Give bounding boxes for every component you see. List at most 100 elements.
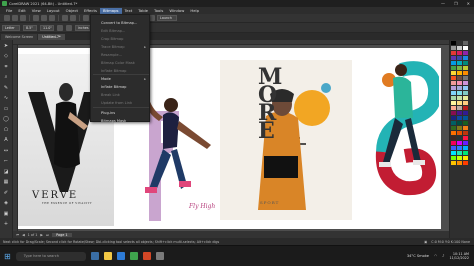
color-swatch[interactable]	[463, 86, 468, 90]
color-swatch[interactable]	[451, 141, 456, 145]
more-artboard[interactable]: MORE SPORT	[220, 60, 352, 220]
color-swatch[interactable]	[451, 101, 456, 105]
color-swatch[interactable]	[457, 121, 462, 125]
drawing-canvas[interactable]: VERVE THE ESSENCE OF VIVACITY Fly High M…	[18, 45, 449, 231]
paste-icon[interactable]	[49, 15, 55, 21]
color-swatch[interactable]	[457, 126, 462, 130]
color-swatch[interactable]	[451, 91, 456, 95]
save-icon[interactable]	[20, 15, 26, 21]
color-swatch[interactable]	[457, 61, 462, 65]
color-swatch[interactable]	[451, 126, 456, 130]
color-swatch[interactable]	[451, 56, 456, 60]
menu-table[interactable]: Table	[135, 8, 151, 14]
color-swatch[interactable]	[463, 121, 468, 125]
bitmaps-menu-item[interactable]: Inflate Bitmap	[101, 69, 126, 73]
color-swatch[interactable]	[457, 111, 462, 115]
bitmaps-menu-item[interactable]: Resample...	[101, 53, 122, 57]
color-swatch[interactable]	[457, 41, 462, 45]
bitmaps-menu-item[interactable]: Bitmap Color Mask	[101, 61, 135, 65]
edge-icon[interactable]	[116, 252, 125, 260]
color-swatch[interactable]	[457, 156, 462, 160]
color-swatch[interactable]	[463, 66, 468, 70]
menu-file[interactable]: File	[3, 8, 15, 14]
color-swatch[interactable]	[463, 76, 468, 80]
color-swatch[interactable]	[457, 81, 462, 85]
last-page-icon[interactable]: ⏭	[46, 233, 49, 237]
document-page[interactable]: VERVE THE ESSENCE OF VIVACITY Fly High M…	[18, 48, 441, 229]
color-swatch[interactable]	[451, 66, 456, 70]
color-swatch[interactable]	[451, 106, 456, 110]
color-swatch[interactable]	[463, 51, 468, 55]
menu-window[interactable]: Window	[166, 8, 187, 14]
color-swatch[interactable]	[463, 46, 468, 50]
coreldraw-taskbar-icon[interactable]	[129, 252, 138, 260]
maximize-button[interactable]: ❐	[454, 1, 458, 6]
page-height-field[interactable]: 11.0"	[40, 24, 54, 31]
redo-icon[interactable]	[70, 15, 76, 21]
color-swatch[interactable]	[451, 51, 456, 55]
color-swatch[interactable]	[457, 76, 462, 80]
color-swatch[interactable]	[457, 116, 462, 120]
color-swatch[interactable]	[451, 146, 456, 150]
cut-icon[interactable]	[33, 15, 39, 21]
color-swatch[interactable]	[451, 116, 456, 120]
color-swatch[interactable]	[457, 131, 462, 135]
eyedropper-icon[interactable]: ✐	[2, 189, 10, 196]
color-swatch[interactable]	[463, 116, 468, 120]
color-swatch[interactable]	[457, 56, 462, 60]
page-width-field[interactable]: 8.5"	[23, 24, 37, 31]
transparency-icon[interactable]: ▦	[2, 179, 10, 186]
bitmaps-menu-item[interactable]: Break Link	[101, 93, 120, 97]
color-swatch[interactable]	[457, 91, 462, 95]
file-explorer-icon[interactable]	[103, 252, 112, 260]
undo-icon[interactable]	[62, 15, 68, 21]
color-swatch[interactable]	[457, 46, 462, 50]
menu-edit[interactable]: Edit	[15, 8, 28, 14]
bitmaps-menu-item[interactable]: Mode	[101, 77, 111, 81]
color-swatch[interactable]	[463, 156, 468, 160]
bitmaps-menu-item[interactable]: Convert to Bitmap...	[101, 21, 137, 25]
windows-start-icon[interactable]: ⊞	[4, 252, 11, 261]
copy-icon[interactable]	[41, 15, 47, 21]
color-swatch[interactable]	[463, 111, 468, 115]
bitmaps-menu-item[interactable]: Edit Bitmap...	[101, 29, 125, 33]
drop-shadow-icon[interactable]: ◪	[2, 168, 10, 175]
color-swatch[interactable]	[457, 51, 462, 55]
zoom-tool-icon[interactable]: ⌕	[2, 74, 10, 81]
color-swatch[interactable]	[451, 71, 456, 75]
color-swatch[interactable]	[463, 126, 468, 130]
import-icon[interactable]	[83, 15, 89, 21]
new-document-icon[interactable]	[4, 15, 10, 21]
menu-bitmaps[interactable]: Bitmaps	[99, 7, 122, 14]
app-icon[interactable]	[155, 252, 164, 260]
add-tool-icon[interactable]: +	[2, 221, 10, 228]
launch-button[interactable]: Launch	[157, 15, 177, 21]
color-swatch[interactable]	[463, 91, 468, 95]
color-swatch[interactable]	[463, 96, 468, 100]
text-tool-icon[interactable]: A	[2, 137, 10, 144]
color-swatch[interactable]	[451, 111, 456, 115]
menu-view[interactable]: View	[29, 8, 44, 14]
color-swatch[interactable]	[457, 96, 462, 100]
ellipse-tool-icon[interactable]: ◯	[2, 116, 10, 123]
color-swatch[interactable]	[463, 106, 468, 110]
color-swatch[interactable]	[451, 96, 456, 100]
color-swatch[interactable]	[451, 121, 456, 125]
color-swatch[interactable]	[463, 131, 468, 135]
clock[interactable]: 10:11 AM 11/12/2022	[449, 252, 469, 261]
portrait-icon[interactable]	[57, 24, 63, 31]
pick-tool-icon[interactable]: ➤	[2, 42, 10, 49]
bitmaps-menu-item[interactable]: Plug-ins	[101, 111, 115, 115]
color-swatch[interactable]	[463, 136, 468, 140]
menu-help[interactable]: Help	[187, 8, 202, 14]
color-swatch[interactable]	[451, 76, 456, 80]
color-swatch[interactable]	[457, 146, 462, 150]
close-button[interactable]: ✕	[467, 1, 470, 6]
color-swatch[interactable]	[451, 151, 456, 155]
menu-object[interactable]: Object	[63, 8, 81, 14]
color-swatch[interactable]	[457, 86, 462, 90]
color-swatch[interactable]	[463, 56, 468, 60]
color-swatch[interactable]	[451, 156, 456, 160]
page-size-dropdown[interactable]: Letter	[2, 24, 20, 31]
open-icon[interactable]	[12, 15, 18, 21]
